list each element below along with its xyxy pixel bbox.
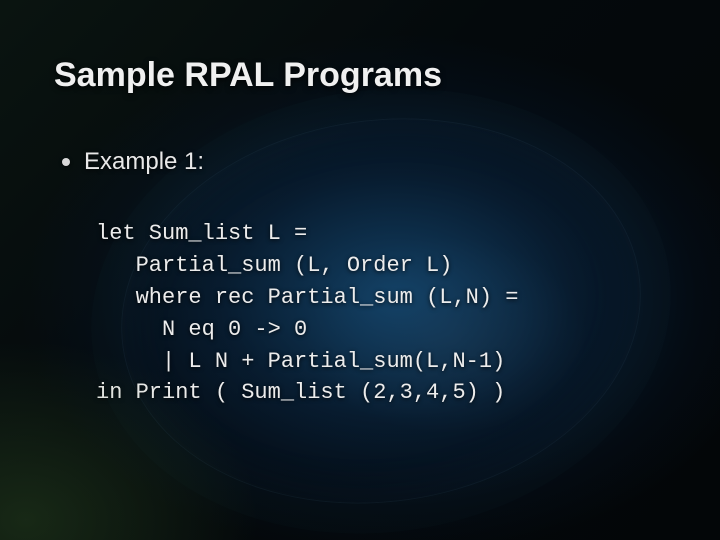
- code-block: let Sum_list L = Partial_sum (L, Order L…: [96, 218, 518, 409]
- code-line: in Print ( Sum_list (2,3,4,5) ): [96, 380, 505, 405]
- code-line: N eq 0 -> 0: [96, 317, 307, 342]
- slide-title: Sample RPAL Programs: [54, 56, 442, 95]
- code-line: | L N + Partial_sum(L,N-1): [96, 349, 505, 374]
- bullet-text: Example 1:: [84, 148, 204, 176]
- bullet-dot-icon: [62, 158, 70, 166]
- code-line: Partial_sum (L, Order L): [96, 253, 452, 278]
- slide: Sample RPAL Programs Example 1: let Sum_…: [0, 0, 720, 540]
- code-line: let Sum_list L =: [96, 221, 307, 246]
- code-line: where rec Partial_sum (L,N) =: [96, 285, 518, 310]
- bullet-item: Example 1:: [62, 148, 204, 176]
